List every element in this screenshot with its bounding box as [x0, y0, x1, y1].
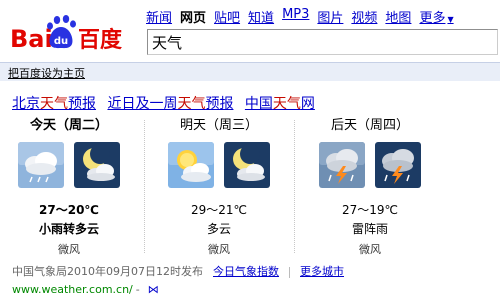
title-part: 预报 [68, 96, 96, 112]
result-url-line: www.weather.com.cn/- ⋈ [12, 283, 159, 296]
day-condition: 多云 [206, 222, 231, 236]
day-condition: 雷阵雨 [351, 222, 388, 236]
moon-cloud-icon [74, 142, 120, 188]
title-highlight: 天气 [177, 96, 206, 112]
baidu-logo[interactable]: Bai du 百度 [8, 13, 142, 55]
day-wind: 微风 [208, 243, 230, 256]
thunder-rain-icon [319, 142, 365, 188]
title-part: 中国 [244, 96, 273, 112]
day-temperature: 27～19℃ [341, 203, 399, 217]
title-part: 网 [300, 96, 315, 112]
source-text: 中国气象局2010年09月07日12时发布 [12, 265, 203, 278]
more-cities-link[interactable]: 更多城市 [300, 265, 344, 278]
cloud-rain-icon [18, 142, 64, 188]
snapshot-icon[interactable]: ⋈ [148, 283, 159, 296]
day-wind: 微风 [58, 243, 80, 256]
day-temperature: 29～21℃ [190, 203, 248, 217]
moon-cloud-icon [224, 142, 270, 188]
column-divider [294, 120, 295, 253]
day-name: 今天（周二） [29, 118, 108, 133]
day-wind: 微风 [359, 243, 381, 256]
forecast-day-tomorrow: 明天（周三） 29～21℃ 多云 微风 [145, 118, 293, 257]
title-part: 近日及一周 [107, 96, 178, 112]
day-temperature: 27～20℃ [39, 203, 99, 217]
title-link-week[interactable]: 近日及一周天气预报 [107, 96, 233, 112]
title-link-china[interactable]: 中国天气网 [245, 96, 315, 112]
top-nav: 新闻 网页 贴吧 知道 MP3 图片 视频 地图 更多 ▼ [146, 7, 454, 26]
logo-text-bai: Bai [10, 25, 53, 53]
chevron-down-icon: ▼ [447, 15, 454, 24]
day-name: 后天（周四） [330, 118, 409, 133]
nav-item-mp3[interactable]: MP3 [282, 7, 309, 26]
nav-more-menu[interactable]: 更多 ▼ [419, 7, 453, 26]
weather-index-link[interactable]: 今日气象指数 [213, 265, 279, 278]
forecast-day-after-tomorrow: 后天（周四） 27～19℃ 雷阵雨 微风 [296, 118, 444, 257]
title-highlight: 天气 [40, 96, 68, 112]
result-footer: 中国气象局2010年09月07日12时发布 今日气象指数 更多城市 [12, 263, 344, 279]
nav-item-images[interactable]: 图片 [317, 7, 343, 26]
toolbar-strip: 把百度设为主页 [0, 62, 500, 81]
set-homepage-link[interactable]: 把百度设为主页 [8, 65, 85, 81]
day-condition: 小雨转多云 [38, 222, 99, 236]
logo-text-baidu-cn: 百度 [78, 27, 123, 53]
title-part: 预报 [205, 96, 234, 112]
title-link-beijing[interactable]: 北京天气预报 [12, 96, 96, 112]
result-url: www.weather.com.cn/ [12, 283, 133, 296]
forecast-day-today: 今天（周二） 27～20℃ 小雨转多云 微风 [0, 118, 143, 257]
search-input[interactable] [147, 29, 498, 55]
sun-cloud-icon [168, 142, 214, 188]
nav-item-news[interactable]: 新闻 [146, 7, 172, 26]
title-part: 北京 [12, 96, 40, 112]
nav-item-tieba[interactable]: 贴吧 [214, 7, 240, 26]
thunder-rain-night-icon [375, 142, 421, 188]
logo-text-du: du [54, 36, 68, 47]
more-label: 更多 [419, 11, 446, 26]
url-dash: - [135, 283, 140, 296]
day-name: 明天（周三） [179, 118, 258, 133]
nav-item-zhidao[interactable]: 知道 [248, 7, 274, 26]
nav-item-video[interactable]: 视频 [351, 7, 377, 26]
result-title: 北京天气预报 近日及一周天气预报 中国天气网 [12, 93, 322, 113]
nav-item-web: 网页 [180, 11, 207, 26]
nav-item-map[interactable]: 地图 [385, 7, 411, 26]
footer-divider [289, 266, 290, 278]
title-highlight: 天气 [272, 96, 301, 112]
